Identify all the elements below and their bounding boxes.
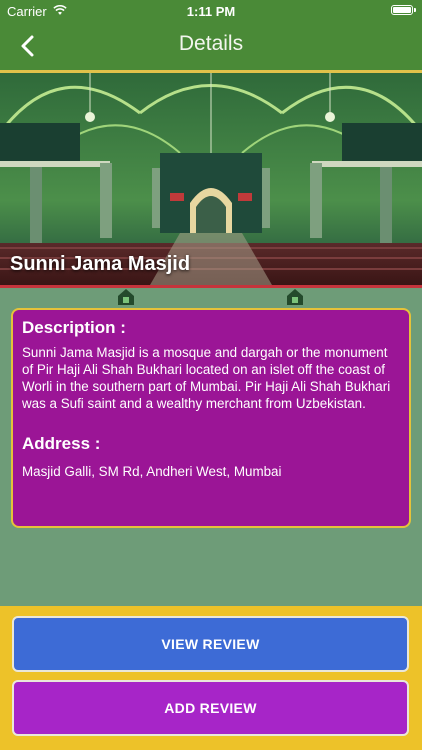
description-card: Description : Sunni Jama Masjid is a mos… bbox=[11, 308, 411, 528]
home-pin-icon bbox=[287, 289, 303, 305]
description-heading: Description : bbox=[22, 318, 126, 337]
battery-icon bbox=[391, 5, 416, 15]
hero-divider bbox=[0, 285, 422, 288]
add-review-button[interactable]: ADD REVIEW bbox=[12, 680, 409, 736]
status-time: 1:11 PM bbox=[186, 4, 236, 19]
description-text: Sunni Jama Masjid is a mosque and dargah… bbox=[22, 345, 391, 411]
home-pin-icon bbox=[118, 289, 134, 305]
navigation-bar: Details bbox=[0, 22, 422, 70]
view-review-button[interactable]: VIEW REVIEW bbox=[12, 616, 409, 672]
address-text: Masjid Galli, SM Rd, Andheri West, Mumba… bbox=[22, 464, 282, 479]
place-name: Sunni Jama Masjid bbox=[10, 253, 191, 275]
address-heading: Address : bbox=[22, 434, 101, 453]
hero-image: Sunni Jama Masjid bbox=[0, 73, 422, 285]
page-title: Details bbox=[178, 32, 244, 55]
status-bar: Carrier 1:11 PM bbox=[0, 0, 422, 22]
